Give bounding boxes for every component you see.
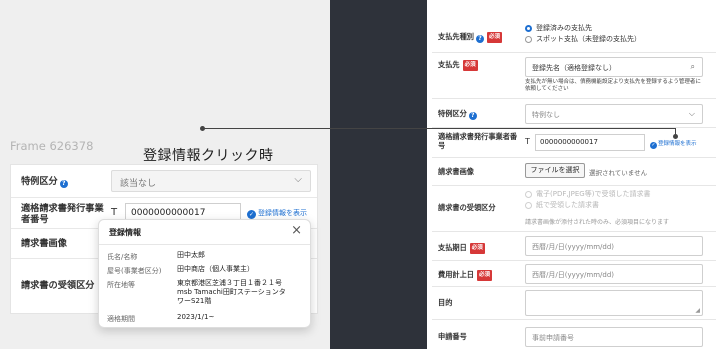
close-icon[interactable]: × — [291, 223, 302, 238]
required-badge: 必須 — [469, 243, 485, 254]
row-expense-date: 費用計上日 必須 西暦/月/日(yyyy/mm/dd) — [432, 261, 716, 287]
app-no-input[interactable]: 事前申請番号 — [525, 327, 703, 347]
choose-file-button[interactable]: ファイルを選択 — [525, 163, 585, 178]
special-label: 特例区分? — [21, 176, 68, 188]
row-pay-date: 支払期日 必須 西暦/月/日(yyyy/mm/dd) — [432, 232, 716, 261]
row-special: 特例区分? 特例なし ⌵ — [432, 99, 716, 128]
connector-dot — [673, 134, 678, 139]
image-label: 請求書画像 — [21, 238, 67, 249]
radio-disabled — [525, 202, 532, 209]
heading: 登録情報クリック時 — [143, 148, 274, 164]
help-icon[interactable]: ? — [475, 35, 484, 43]
t-prefix: T — [111, 207, 118, 218]
field-value: 2023/1/1~ — [177, 313, 215, 321]
divider — [99, 244, 310, 245]
image-label: 請求書画像 — [438, 167, 474, 176]
payee-label: 支払先 必須 — [438, 60, 478, 71]
field-key: 屋号(事業者区分) — [107, 267, 162, 275]
special-select[interactable]: 特例なし ⌵ — [525, 104, 703, 124]
t-prefix: T — [525, 137, 530, 146]
purpose-label: 目的 — [438, 298, 453, 307]
expense-date-input[interactable]: 西暦/月/日(yyyy/mm/dd) — [525, 264, 703, 284]
payee-search-input[interactable]: 登録先名（適格登録なし） ⌕ — [525, 57, 703, 77]
payee-note: 支払先が無い場合は、債務機能設定より支払先を登録するよう管理者に依頼してください — [525, 79, 701, 92]
field-value: 田中商店（個人事業主） — [177, 265, 254, 273]
row-purpose: 目的 ◢ — [432, 287, 716, 320]
expense-date-label: 費用計上日 必須 — [438, 270, 492, 281]
connector-line — [202, 128, 675, 129]
invoice-label: 適格請求書発行事業者番号 — [21, 203, 104, 225]
row-image: 請求書画像 ファイルを選択 選択されていません — [432, 158, 716, 186]
chevron-down-icon: ⌵ — [688, 109, 695, 118]
payee-type-radios: 登録済みの支払先 スポット支払（未登録の支払先） — [525, 23, 641, 45]
check-icon: ✓ — [650, 142, 657, 149]
special-label: 特例区分? — [438, 109, 477, 120]
help-icon[interactable]: ? — [468, 112, 477, 120]
invoice-input[interactable]: 0000000000017 — [535, 134, 645, 151]
radio-paper[interactable]: 紙で受領した請求書 — [525, 200, 650, 211]
field-key: 所在地等 — [107, 281, 135, 289]
left-row-special: 特例区分? 該当なし ⌵ — [11, 165, 317, 198]
dark-separator — [330, 0, 427, 349]
invoice-label: 適格請求書発行事業者番号 — [438, 132, 518, 150]
field-key: 適格期間 — [107, 315, 135, 323]
radio-disabled — [525, 191, 532, 198]
required-badge: 必須 — [462, 60, 478, 71]
registration-popup: 登録情報 × 氏名/名称 田中太郎 屋号(事業者区分) 田中商店（個人事業主） … — [98, 219, 311, 328]
radio-spot[interactable]: スポット支払（未登録の支払先） — [525, 34, 641, 45]
receipt-label: 請求書の受領区分 — [438, 203, 496, 212]
check-icon: ✓ — [247, 210, 256, 219]
stage: Frame 626378 登録情報クリック時 特例区分? 該当なし ⌵ 適格請求書… — [0, 0, 716, 349]
radio-electronic[interactable]: 電子(PDF,JPEG等)で受領した請求書 — [525, 189, 650, 200]
chevron-down-icon: ⌵ — [294, 174, 302, 185]
help-icon[interactable]: ? — [59, 180, 68, 188]
required-badge: 必須 — [486, 32, 502, 43]
file-status: 選択されていません — [589, 169, 648, 177]
row-invoice: 適格請求書発行事業者番号 T 0000000000017 ✓ 登録情報を表示 — [432, 128, 716, 158]
required-badge: 必須 — [476, 270, 492, 281]
field-key: 氏名/名称 — [107, 253, 138, 261]
field-value: ワーS21階 — [177, 297, 212, 305]
popup-title: 登録情報 — [109, 228, 141, 237]
right-form: 支払先種別? 必須 登録済みの支払先 スポット支払（未登録の支払先） 支払先 必須 … — [427, 0, 716, 349]
row-app-no: 申請番号 事前申請番号 — [432, 320, 716, 349]
search-icon[interactable]: ⌕ — [691, 62, 695, 72]
payee-type-label: 支払先種別? 必須 — [438, 32, 502, 43]
row-payee-type: 支払先種別? 必須 登録済みの支払先 スポット支払（未登録の支払先） — [432, 15, 716, 53]
field-value: msb Tamachi田町ステーションタ — [177, 288, 286, 296]
row-payee: 支払先 必須 登録先名（適格登録なし） ⌕ 支払先が無い場合は、債務機能設定より支払… — [432, 53, 716, 99]
pay-date-input[interactable]: 西暦/月/日(yyyy/mm/dd) — [525, 236, 703, 256]
receipt-radios: 電子(PDF,JPEG等)で受領した請求書 紙で受領した請求書 — [525, 189, 650, 211]
receipt-label: 請求書の受領区分 — [21, 280, 95, 291]
field-value: 田中太郎 — [177, 251, 205, 259]
pay-date-label: 支払期日 必須 — [438, 243, 485, 254]
special-select[interactable]: 該当なし ⌵ — [111, 170, 311, 192]
radio-selected — [525, 25, 532, 32]
radio-registered[interactable]: 登録済みの支払先 — [525, 23, 641, 34]
resize-handle-icon[interactable]: ◢ — [695, 307, 700, 314]
field-value: 東京都港区芝浦３丁目１番２１号 — [177, 279, 282, 287]
frame-label: Frame 626378 — [10, 139, 94, 153]
row-receipt: 請求書の受領区分 電子(PDF,JPEG等)で受領した請求書 紙で受領した請求書… — [432, 186, 716, 232]
view-registration-link[interactable]: ✓ 登録情報を表示 — [247, 208, 307, 219]
connector-dot — [200, 126, 205, 131]
view-registration-link[interactable]: ✓ 登録情報を表示 — [650, 139, 697, 149]
purpose-textarea[interactable]: ◢ — [525, 290, 703, 316]
radio-unselected — [525, 36, 532, 43]
receipt-hint: 請求書画像が添付された時のみ、必須項目になります — [525, 219, 670, 226]
app-no-label: 申請番号 — [438, 332, 467, 341]
